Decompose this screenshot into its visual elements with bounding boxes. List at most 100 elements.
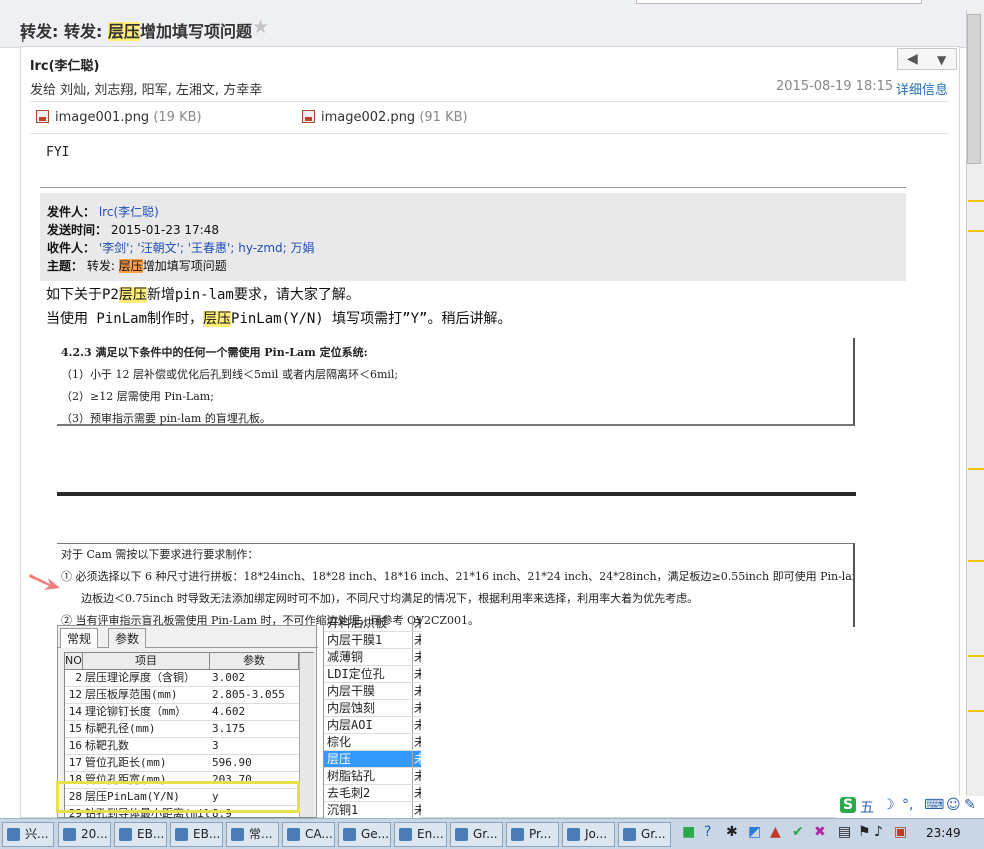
list-item-label: 减薄铜: [327, 650, 364, 664]
taskbar-item[interactable]: 常...: [226, 822, 279, 847]
flag-icon[interactable]: ⚑: [858, 824, 871, 840]
list-item[interactable]: 内层AOI 未: [324, 717, 421, 734]
user-icon[interactable]: ☺: [946, 797, 961, 813]
divider: [30, 101, 948, 102]
taskbar-item[interactable]: Gr...: [450, 822, 503, 847]
row-no: 2: [75, 671, 82, 684]
message-subject: 转发: 转发: 层压增加填写项问题: [20, 22, 252, 41]
highlight-box: [56, 781, 300, 813]
search-hit-marker: [968, 710, 984, 712]
row-item: 管位孔距长(mm): [85, 756, 167, 769]
table-row[interactable]: 16 标靶孔数 3: [65, 738, 299, 755]
list-item[interactable]: 去毛刺2 未: [324, 785, 421, 802]
list-item[interactable]: 棕化 未: [324, 734, 421, 751]
alert-icon[interactable]: ▣: [894, 824, 907, 840]
recipients: 发给 刘灿, 刘志翔, 阳军, 左湘文, 方幸幸: [30, 83, 263, 98]
row-value: 3.002: [212, 671, 246, 684]
list-item[interactable]: 内层蚀刻 未: [324, 700, 421, 717]
embedded-image-spec: 4.2.3 满足以下条件中的任何一个需使用 Pin-Lam 定位系统: （1）小…: [57, 338, 855, 426]
body-line-2: 当使用 PinLam制作时，层压PinLam(Y/N) 填写项需打”Y”。稍后讲…: [46, 311, 512, 327]
moon-icon[interactable]: ☽: [882, 797, 895, 813]
list-item-mark: 未: [412, 734, 421, 750]
taskbar-item[interactable]: Ge...: [338, 822, 391, 847]
spec-item: （1）小于 12 层补偿或优化后孔到线＜5mil 或者内层隔离环＜6mil;: [61, 368, 399, 381]
details-link[interactable]: 详细信息: [896, 79, 948, 98]
reply-button-group[interactable]: ◀ ▼: [897, 48, 957, 70]
list-item[interactable]: 减薄铜 未: [324, 649, 421, 666]
separator-bar: [57, 492, 856, 496]
tab-general[interactable]: 常规: [60, 628, 99, 648]
search-hit-marker: [968, 230, 984, 232]
taskbar-item[interactable]: CA...: [282, 822, 335, 847]
list-item[interactable]: 开料后烘板 未: [324, 615, 421, 632]
cross-icon[interactable]: ✖: [814, 824, 826, 840]
taskbar-item[interactable]: 兴...: [2, 822, 54, 847]
row-no: 14: [68, 705, 82, 718]
list-item-label: 内层AOI: [327, 718, 373, 732]
embedded-image-cam: 对于 Cam 需按以下要求进行要求制作： ① 必须选择以下 6 种尺寸进行拼板：…: [57, 543, 855, 627]
taskbar-item[interactable]: Jo...: [562, 822, 615, 847]
antivirus-icon[interactable]: ▲: [770, 824, 781, 840]
list-item[interactable]: 内层干膜1 未: [324, 632, 421, 649]
scrollbar-thumb[interactable]: [967, 14, 981, 164]
tab-params[interactable]: 参数: [108, 628, 147, 648]
list-item-mark: 未: [412, 768, 421, 784]
wrench-icon[interactable]: ✎: [964, 797, 976, 813]
text-cursor-icon: I: [21, 31, 25, 45]
star-icon[interactable]: ★: [252, 16, 269, 38]
attachment-2[interactable]: image002.png (91 KB): [302, 110, 468, 125]
forward-sent: 发送时间： 2015-01-23 17:48: [47, 223, 219, 237]
row-no: 16: [68, 739, 82, 752]
table-row[interactable]: 2 层压理论厚度（含铜） 3.002: [65, 670, 299, 687]
row-no: 15: [68, 722, 82, 735]
app-tray-icon[interactable]: ◩: [748, 824, 761, 840]
reply-icon[interactable]: ◀: [907, 51, 918, 67]
list-item-label: 棕化: [327, 735, 352, 749]
taskbar-item[interactable]: Gr...: [618, 822, 671, 847]
col-header-item[interactable]: 项目: [83, 653, 210, 670]
list-item[interactable]: 层压 未: [324, 751, 421, 768]
list-item-mark: 未: [412, 700, 421, 716]
message-header-bar: 转发: 转发: 层压增加填写项问题 ★: [0, 0, 984, 48]
check-icon[interactable]: ✔: [792, 824, 804, 840]
col-header-value[interactable]: 参数: [210, 653, 299, 670]
settings-icon[interactable]: ✱: [726, 824, 738, 840]
col-header-no[interactable]: NO: [65, 653, 83, 670]
ime-logo-icon[interactable]: S: [840, 797, 857, 813]
volume-icon[interactable]: ♪: [874, 824, 883, 840]
help-icon[interactable]: ?: [704, 824, 711, 840]
search-box[interactable]: [636, 0, 922, 4]
list-item[interactable]: 沉铜1 未: [324, 802, 421, 819]
list-item[interactable]: 树脂钻孔 未: [324, 768, 421, 785]
table-row[interactable]: 12 层压板厚范围(mm) 2.805-3.055: [65, 687, 299, 704]
taskbar-item[interactable]: EB...: [114, 822, 167, 847]
image-file-icon: [36, 110, 49, 123]
cam-item-1a: ① 必须选择以下 6 种尺寸进行拼板：18*24inch、18*28 inch、…: [61, 570, 853, 583]
list-item[interactable]: LDI定位孔 未: [324, 666, 421, 683]
list-item-mark: 未: [412, 632, 421, 648]
taskbar-item[interactable]: 20...: [58, 822, 111, 847]
sender-name[interactable]: lrc(李仁聪): [30, 55, 99, 74]
taskbar-item[interactable]: En...: [394, 822, 447, 847]
clock[interactable]: 23:49: [926, 826, 961, 840]
punctuation-icon[interactable]: °,: [902, 797, 913, 813]
table-row[interactable]: 14 理论铆钉长度（mm） 4.602: [65, 704, 299, 721]
taskbar-item[interactable]: EB...: [170, 822, 223, 847]
list-item-mark: 未: [412, 666, 421, 682]
grid-scrollbar[interactable]: [299, 653, 314, 817]
attachment-1[interactable]: image001.png (19 KB): [36, 110, 202, 125]
chevron-down-icon[interactable]: ▼: [937, 53, 946, 67]
cam-item-1b: 边板边＜0.75inch 时导致无法添加绑定网时可不加)，不同尺寸均满足的情况下…: [81, 592, 699, 605]
list-item-label: 层压: [327, 752, 352, 766]
ime-mode[interactable]: 五: [860, 797, 874, 817]
row-item: 标靶孔数: [85, 739, 129, 752]
list-item-mark: 未: [412, 717, 421, 733]
list-item-mark: 未: [412, 785, 421, 801]
network-icon[interactable]: ▤: [838, 824, 851, 840]
ime-tray-icon[interactable]: ■: [682, 824, 695, 840]
table-row[interactable]: 15 标靶孔径(mm) 3.175: [65, 721, 299, 738]
table-row[interactable]: 17 管位孔距长(mm) 596.90: [65, 755, 299, 772]
list-item[interactable]: 内层干膜 未: [324, 683, 421, 700]
taskbar-item[interactable]: Pr...: [506, 822, 559, 847]
keyboard-icon[interactable]: ⌨: [924, 797, 944, 813]
